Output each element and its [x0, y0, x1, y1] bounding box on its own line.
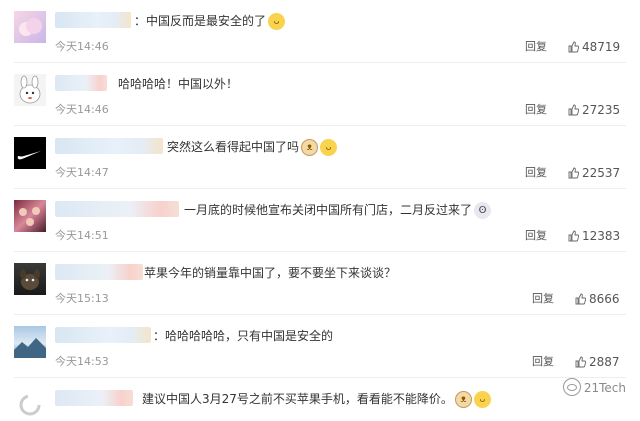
nike-swoosh-avatar-icon — [17, 151, 41, 160]
like-button[interactable]: 48719 — [568, 40, 620, 54]
comment-text-content: ：哈哈哈哈哈，只有中国是安全的 — [153, 329, 334, 343]
like-button[interactable]: 22537 — [568, 166, 620, 180]
watermark-text: 21Tech — [583, 381, 626, 395]
scared-face-icon: ʘ — [474, 202, 492, 219]
landscape-avatar-icon — [14, 338, 46, 358]
like-count: 48719 — [582, 40, 621, 54]
comment-item: 苹果今年的销量靠中国了，要不要坐下来谈谈？ 今天15:13 回复 8666 — [0, 252, 640, 315]
comment-text: 建议中国人3月27号之前不买苹果手机，看看能不能降价。 ᴥ ᴗ — [142, 390, 491, 408]
comment-time: 今天14:46 — [55, 40, 109, 53]
reply-button[interactable]: 回复 — [525, 229, 547, 243]
like-count: 22537 — [582, 166, 621, 180]
username-blurred[interactable] — [55, 12, 131, 28]
cat-face-icon: ᴗ — [473, 391, 491, 408]
avatar[interactable] — [14, 326, 46, 358]
group-photo-avatar-icon — [19, 207, 40, 226]
cartoon-rabbit-avatar-icon — [19, 75, 41, 104]
reply-button[interactable]: 回复 — [525, 103, 547, 117]
cat-face-icon: ᴗ — [320, 139, 338, 156]
comment-text: 哈哈哈哈！中国以外！ — [118, 75, 238, 93]
like-count: 2887 — [589, 355, 620, 369]
comment-text: 一月底的时候他宣布关闭中国所有门店，二月反过来了 ʘ — [184, 201, 492, 219]
comment-item: 突然这么看得起中国了吗 ᴥ ᴗ 今天14:47 回复 22537 — [0, 126, 640, 189]
comment-text: 苹果今年的销量靠中国了，要不要坐下来谈谈？ — [144, 264, 396, 282]
comment-text: 突然这么看得起中国了吗 ᴥ ᴗ — [167, 138, 338, 156]
username-blurred[interactable] — [55, 327, 151, 343]
thumbs-up-icon — [575, 293, 586, 305]
like-count: 12383 — [582, 229, 621, 243]
thumbs-up-icon — [568, 41, 579, 53]
comment-time: 今天14:46 — [55, 103, 109, 116]
like-button[interactable]: 12383 — [568, 229, 620, 243]
cat-face-icon: ᴗ — [268, 13, 286, 30]
like-button[interactable]: 8666 — [575, 292, 620, 306]
username-blurred[interactable] — [55, 390, 133, 406]
comment-item: 建议中国人3月27号之前不买苹果手机，看看能不能降价。 ᴥ ᴗ — [0, 378, 640, 421]
dog-photo-avatar-icon — [20, 269, 40, 290]
reply-button[interactable]: 回复 — [525, 40, 547, 54]
comment-time: 今天14:53 — [55, 355, 109, 368]
comment-item: 哈哈哈哈！中国以外！ 今天14:46 回复 27235 — [0, 63, 640, 126]
thumbs-up-icon — [575, 356, 586, 368]
thumbs-up-icon — [568, 104, 579, 116]
loading-spinner-avatar-icon — [19, 394, 41, 416]
username-blurred[interactable] — [55, 138, 163, 154]
comment-text-content: 苹果今年的销量靠中国了，要不要坐下来谈谈？ — [144, 266, 397, 280]
comment-time: 今天14:47 — [55, 166, 109, 179]
avatar[interactable] — [14, 263, 46, 295]
like-button[interactable]: 27235 — [568, 103, 620, 117]
like-count: 27235 — [582, 103, 621, 117]
thumbs-up-icon — [568, 167, 579, 179]
comment-item: ：哈哈哈哈哈，只有中国是安全的 今天14:53 回复 2887 — [0, 315, 640, 378]
reply-button[interactable]: 回复 — [525, 166, 547, 180]
avatar[interactable] — [14, 74, 46, 106]
username-blurred[interactable] — [55, 201, 179, 217]
comment-time: 今天14:51 — [55, 229, 109, 242]
avatar[interactable] — [14, 200, 46, 232]
wechat-logo-icon — [562, 378, 581, 396]
username-blurred[interactable] — [55, 75, 107, 91]
comment-text: ：中国反而是最安全的了 ᴗ — [134, 12, 286, 30]
comment-text: ：哈哈哈哈哈，只有中国是安全的 — [153, 327, 333, 345]
dog-face-icon: ᴥ — [301, 139, 319, 156]
comment-feed: ：中国反而是最安全的了 ᴗ 今天14:46 回复 48719 哈哈哈哈！中国以外！… — [0, 0, 640, 421]
watermark: 21Tech — [562, 378, 626, 396]
reply-button[interactable]: 回复 — [532, 292, 554, 306]
avatar[interactable] — [14, 11, 46, 43]
reply-button[interactable]: 回复 — [532, 355, 554, 369]
dog-face-icon: ᴥ — [454, 391, 472, 408]
comment-text-content: 哈哈哈哈！中国以外！ — [118, 77, 239, 91]
thumbs-up-icon — [568, 230, 579, 242]
comment-text-content: 突然这么看得起中国了吗 — [167, 140, 300, 154]
pink-cloud-avatar-icon — [19, 18, 42, 36]
comment-text-content: 一月底的时候他宣布关闭中国所有门店，二月反过来了 — [184, 203, 473, 217]
comment-item: ：中国反而是最安全的了 ᴗ 今天14:46 回复 48719 — [0, 0, 640, 63]
like-count: 8666 — [589, 292, 620, 306]
comment-text-content: 建议中国人3月27号之前不买苹果手机，看看能不能降价。 — [142, 392, 453, 406]
comment-time: 今天15:13 — [55, 292, 109, 305]
username-blurred[interactable] — [55, 264, 143, 280]
like-button[interactable]: 2887 — [575, 355, 620, 369]
avatar[interactable] — [14, 389, 46, 421]
avatar[interactable] — [14, 137, 46, 169]
comment-text-content: ：中国反而是最安全的了 — [134, 14, 267, 28]
comment-item: 一月底的时候他宣布关闭中国所有门店，二月反过来了 ʘ 今天14:51 回复 123… — [0, 189, 640, 252]
